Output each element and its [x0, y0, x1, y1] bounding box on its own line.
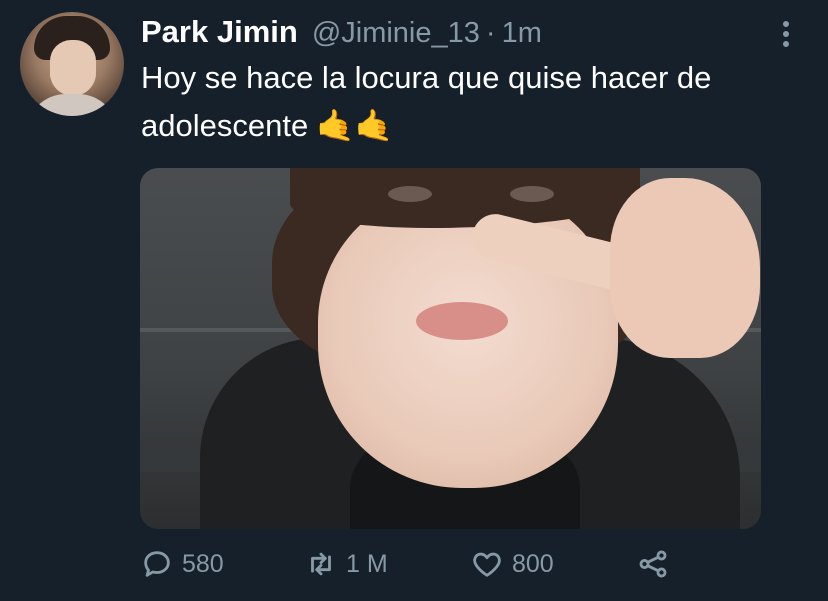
heart-icon [473, 552, 501, 577]
more-dot [783, 41, 789, 47]
photo-eye-left [388, 186, 432, 202]
tweet-text-body: Hoy se hace la locura que quise hacer de… [141, 60, 712, 143]
more-options-button[interactable] [772, 16, 800, 52]
author-handle[interactable]: @Jiminie_13 [312, 17, 480, 49]
tweet-photo[interactable] [140, 168, 761, 529]
header-separator: · [485, 17, 496, 49]
tweet-header: Park Jimin @Jiminie_13 · 1m [141, 14, 542, 50]
more-dot [783, 31, 789, 37]
tweet-actions: 580 1 M 800 [140, 544, 740, 584]
share-button[interactable] [636, 544, 670, 584]
reply-button[interactable]: 580 [140, 544, 224, 584]
more-vertical-icon [783, 21, 789, 27]
tweet-emoji: 🤙🤙 [316, 108, 394, 143]
photo-eye-right [510, 186, 554, 202]
like-count: 800 [512, 549, 554, 578]
reply-count: 580 [182, 549, 224, 578]
photo-hand [610, 178, 760, 358]
retweet-button[interactable]: 1 M [304, 544, 388, 584]
tweet-timestamp[interactable]: 1m [502, 17, 542, 49]
avatar[interactable] [20, 12, 124, 116]
avatar-face [50, 40, 96, 96]
tweet-card: Park Jimin @Jiminie_13 · 1m Hoy se hace la … [0, 0, 828, 601]
share-icon [639, 550, 667, 578]
retweet-arrows-icon [311, 552, 331, 576]
like-button[interactable]: 800 [470, 544, 554, 584]
avatar-shirt [26, 94, 118, 116]
tweet-text: Hoy se hace la locura que quise hacer de… [141, 54, 801, 150]
retweet-count: 1 M [346, 549, 388, 578]
photo-lips [416, 302, 508, 340]
author-name[interactable]: Park Jimin [141, 14, 298, 49]
comment-bubble-icon [144, 551, 170, 577]
